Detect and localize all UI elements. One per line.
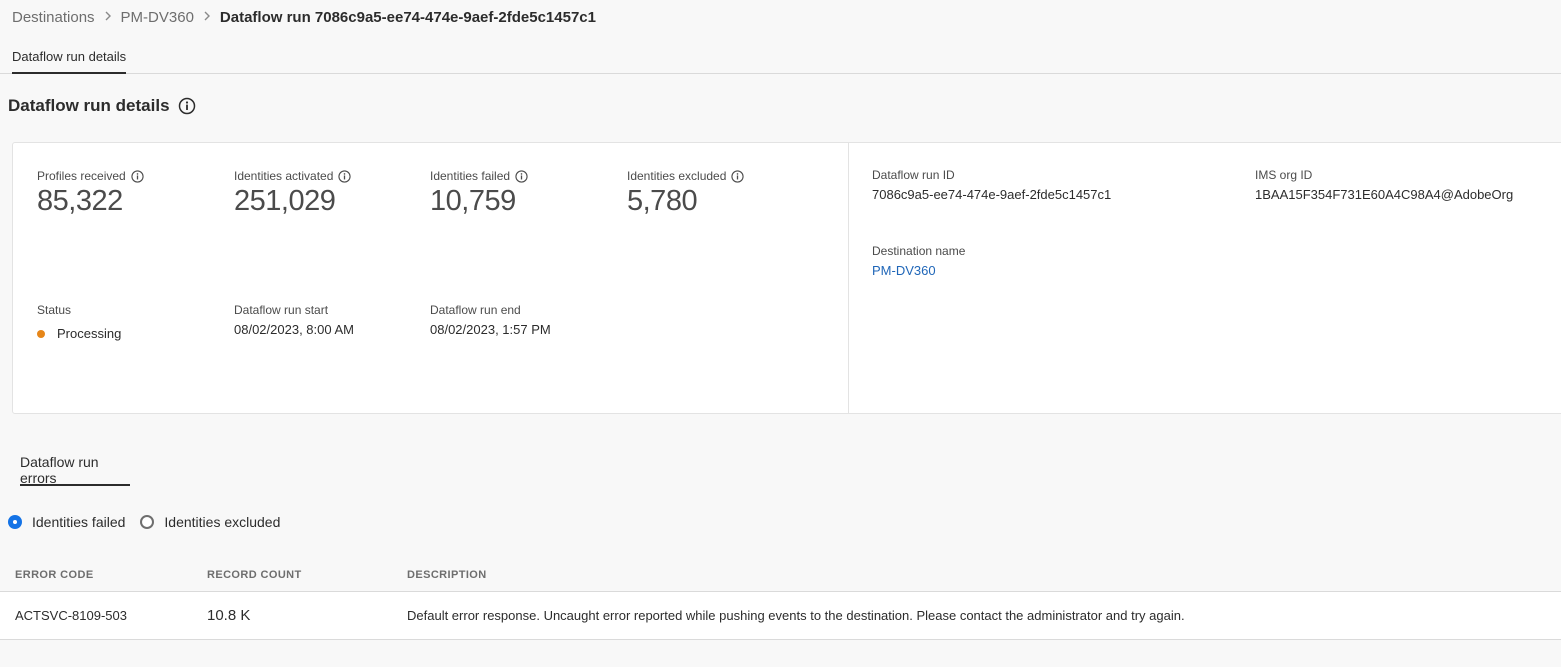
run-id-label: Dataflow run ID (872, 168, 955, 182)
table-row[interactable]: ACTSVC-8109-503 10.8 K Default error res… (0, 592, 1561, 640)
metric-profiles-received: Profiles received 85,322 (37, 169, 144, 218)
error-type-radio-group: Identities failed Identities excluded (8, 514, 295, 530)
errors-table: ERROR CODE RECORD COUNT DESCRIPTION ACTS… (0, 558, 1561, 640)
ims-org-field: IMS org ID 1BAA15F354F731E60A4C98A4@Adob… (1255, 168, 1513, 202)
info-icon[interactable] (731, 169, 745, 183)
breadcrumb-current: Dataflow run 7086c9a5-ee74-474e-9aef-2fd… (219, 8, 596, 26)
error-code-cell: ACTSVC-8109-503 (15, 608, 127, 623)
status-label: Status (37, 303, 72, 317)
ims-org-label: IMS org ID (1255, 168, 1313, 182)
column-header-error-code[interactable]: ERROR CODE (15, 569, 94, 581)
run-start-field: Dataflow run start 08/02/2023, 8:00 AM (234, 303, 354, 337)
card-divider (848, 143, 849, 413)
record-count-cell: 10.8 K (207, 607, 251, 624)
page-title: Dataflow run details (8, 96, 196, 116)
radio-identities-failed[interactable]: Identities failed (8, 514, 125, 530)
metric-value: 10,759 (430, 185, 516, 217)
run-start-label: Dataflow run start (234, 303, 329, 317)
destination-link[interactable]: PM-DV360 (872, 263, 965, 278)
status-value: Processing (57, 326, 122, 341)
radio-unselected-icon[interactable] (140, 515, 155, 529)
status-dot-icon (37, 329, 45, 338)
metric-identities-excluded: Identities excluded 5,780 (627, 169, 745, 218)
run-id-value: 7086c9a5-ee74-474e-9aef-2fde5c1457c1 (872, 187, 1112, 202)
run-id-field: Dataflow run ID 7086c9a5-ee74-474e-9aef-… (872, 168, 1111, 202)
metric-identities-failed: Identities failed 10,759 (430, 169, 528, 218)
run-end-value: 08/02/2023, 1:57 PM (430, 322, 551, 337)
info-icon[interactable] (338, 169, 352, 183)
table-header: ERROR CODE RECORD COUNT DESCRIPTION (0, 558, 1561, 592)
metric-value: 5,780 (627, 185, 698, 217)
radio-label: Identities excluded (164, 514, 281, 530)
chevron-right-icon (203, 10, 211, 24)
metric-label: Profiles received (37, 169, 126, 183)
run-start-value: 08/02/2023, 8:00 AM (234, 322, 354, 337)
metric-value: 251,029 (234, 185, 336, 217)
breadcrumb: Destinations PM-DV360 Dataflow run 7086c… (12, 7, 596, 27)
breadcrumb-destinations[interactable]: Destinations (12, 9, 95, 26)
run-end-field: Dataflow run end 08/02/2023, 1:57 PM (430, 303, 551, 337)
ims-org-value: 1BAA15F354F731E60A4C98A4@AdobeOrg (1255, 187, 1514, 202)
radio-selected-icon[interactable] (8, 515, 22, 529)
run-end-label: Dataflow run end (430, 303, 521, 317)
info-icon[interactable] (515, 169, 528, 183)
page-title-text: Dataflow run details (8, 96, 170, 115)
metric-identities-activated: Identities activated 251,029 (234, 169, 352, 218)
description-cell: Default error response. Uncaught error r… (407, 608, 1185, 623)
radio-identities-excluded[interactable]: Identities excluded (140, 514, 280, 530)
status-field: Status Processing (37, 303, 121, 341)
destination-field: Destination name PM-DV360 (872, 244, 965, 278)
metric-value: 85,322 (37, 185, 123, 217)
metric-label: Identities excluded (627, 169, 727, 183)
dataflow-details-card: Profiles received 85,322 Identities acti… (12, 142, 1561, 414)
chevron-right-icon (104, 10, 112, 24)
metric-label: Identities activated (234, 169, 334, 183)
info-icon[interactable] (178, 97, 196, 115)
metric-label: Identities failed (430, 169, 511, 183)
tab-dataflow-run-details[interactable]: Dataflow run details (12, 44, 127, 74)
destination-label: Destination name (872, 244, 966, 258)
info-icon[interactable] (131, 169, 144, 183)
page-tabs: Dataflow run details (0, 44, 1561, 74)
column-header-description[interactable]: DESCRIPTION (407, 569, 487, 581)
column-header-record-count[interactable]: RECORD COUNT (207, 569, 302, 581)
tab-dataflow-run-errors[interactable]: Dataflow run errors (20, 452, 130, 486)
radio-label: Identities failed (32, 514, 126, 530)
breadcrumb-destination[interactable]: PM-DV360 (121, 9, 194, 26)
